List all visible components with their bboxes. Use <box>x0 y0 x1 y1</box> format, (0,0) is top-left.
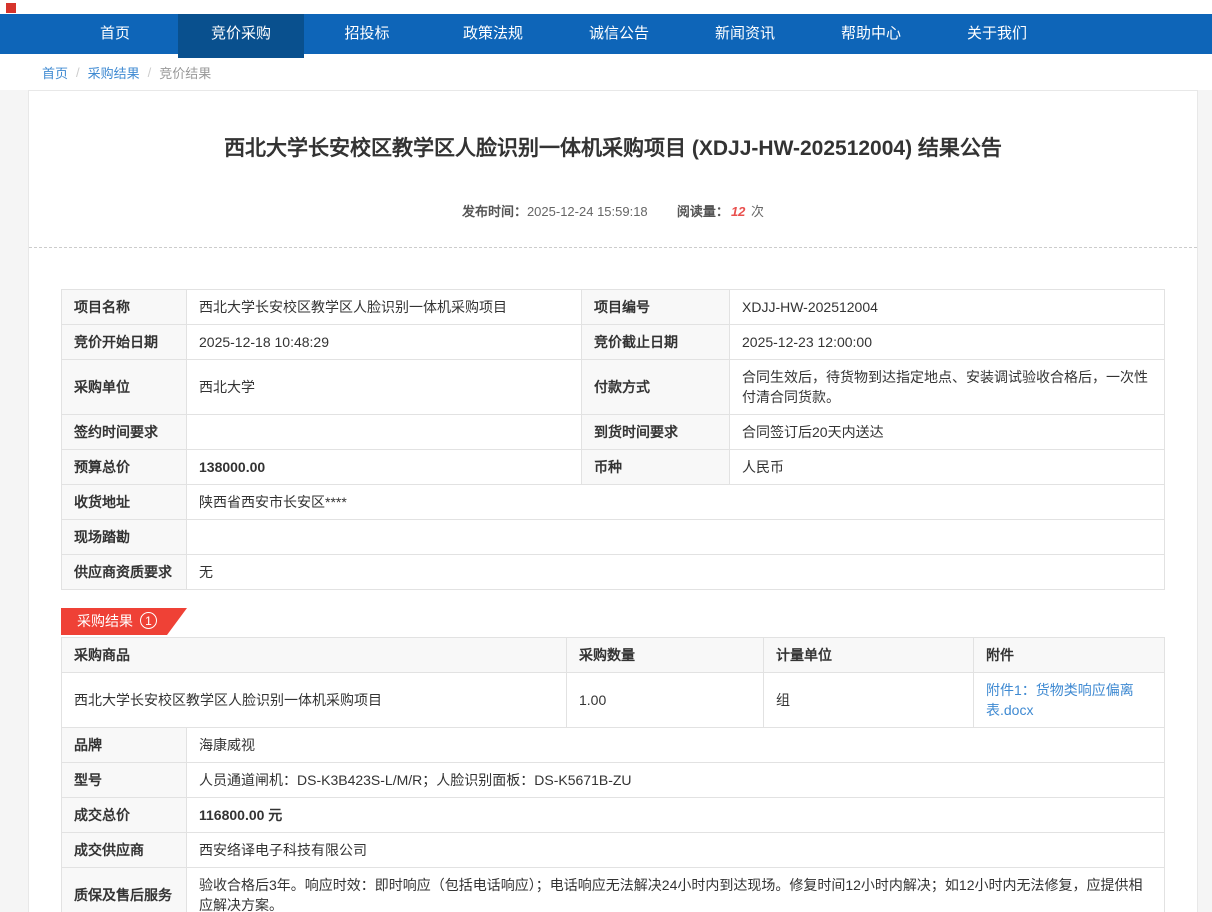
info-value: 陕西省西安市长安区**** <box>187 485 1165 520</box>
detail-label: 成交总价 <box>62 798 187 833</box>
nav-item-tenders[interactable]: 招投标 <box>304 14 430 54</box>
commodity-name: 西北大学长安校区教学区人脸识别一体机采购项目 <box>62 673 567 728</box>
info-value: 合同生效后，待货物到达指定地点、安装调试验收合格后，一次性付清合同货款。 <box>730 360 1165 415</box>
purchase-result-badge-label: 采购结果 <box>77 613 133 629</box>
info-label: 竞价开始日期 <box>62 325 187 360</box>
table-row: 成交总价 116800.00 元 <box>62 798 1165 833</box>
column-header: 采购商品 <box>62 638 567 673</box>
nav-item-bidding-purchase[interactable]: 竞价采购 <box>178 14 304 58</box>
dashed-divider <box>29 247 1197 248</box>
info-label: 签约时间要求 <box>62 415 187 450</box>
table-row: 现场踏勘 <box>62 520 1165 555</box>
nav-item-about-us[interactable]: 关于我们 <box>934 14 1060 54</box>
attachment-link[interactable]: 附件1：货物类响应偏离表.docx <box>986 680 1152 720</box>
column-header: 采购数量 <box>567 638 764 673</box>
main-content: 西北大学长安校区教学区人脸识别一体机采购项目 (XDJJ-HW-20251200… <box>0 90 1212 912</box>
table-row: 签约时间要求 到货时间要求 合同签订后20天内送达 <box>62 415 1165 450</box>
table-row: 品牌 海康威视 <box>62 728 1165 763</box>
publish-meta: 发布时间：2025-12-24 15:59:18 阅读量：12 次 <box>29 201 1197 220</box>
table-row: 型号 人员通道闸机：DS-K3B423S-L/M/R；人脸识别面板：DS-K56… <box>62 763 1165 798</box>
tables-area: 项目名称 西北大学长安校区教学区人脸识别一体机采购项目 项目编号 XDJJ-HW… <box>29 289 1197 912</box>
info-value: 无 <box>187 555 1165 590</box>
views-label: 阅读量： <box>677 204 729 219</box>
info-value: 西北大学 <box>187 360 582 415</box>
info-value: 西北大学长安校区教学区人脸识别一体机采购项目 <box>187 290 582 325</box>
info-value: 合同签订后20天内送达 <box>730 415 1165 450</box>
breadcrumb: 首页 / 采购结果 / 竞价结果 <box>0 54 1212 90</box>
deal-total-price-value: 116800.00 元 <box>187 798 1165 833</box>
info-label: 供应商资质要求 <box>62 555 187 590</box>
publish-time-value: 2025-12-24 15:59:18 <box>527 204 648 219</box>
views-unit: 次 <box>751 204 764 219</box>
table-row: 供应商资质要求 无 <box>62 555 1165 590</box>
result-detail-table: 品牌 海康威视 型号 人员通道闸机：DS-K3B423S-L/M/R；人脸识别面… <box>61 727 1165 912</box>
info-label: 采购单位 <box>62 360 187 415</box>
brand-value: 海康威视 <box>187 728 1165 763</box>
page-title: 西北大学长安校区教学区人脸识别一体机采购项目 (XDJJ-HW-20251200… <box>29 135 1197 163</box>
detail-label: 成交供应商 <box>62 833 187 868</box>
supplier-value: 西安络译电子科技有限公司 <box>187 833 1165 868</box>
nav-item-news[interactable]: 新闻资讯 <box>682 14 808 54</box>
warranty-value: 验收合格后3年。响应时效：即时响应（包括电话响应）；电话响应无法解决24小时内到… <box>187 868 1165 912</box>
info-label: 竞价截止日期 <box>582 325 730 360</box>
nav-item-home[interactable]: 首页 <box>52 14 178 54</box>
info-label: 币种 <box>582 450 730 485</box>
info-value <box>187 520 1165 555</box>
table-row: 预算总价 138000.00 币种 人民币 <box>62 450 1165 485</box>
info-label: 预算总价 <box>62 450 187 485</box>
info-label: 收货地址 <box>62 485 187 520</box>
title-block: 西北大学长安校区教学区人脸识别一体机采购项目 (XDJJ-HW-20251200… <box>29 91 1197 248</box>
breadcrumb-home-link[interactable]: 首页 <box>42 63 68 82</box>
commodity-quantity: 1.00 <box>567 673 764 728</box>
commodity-table: 采购商品 采购数量 计量单位 附件 西北大学长安校区教学区人脸识别一体机采购项目… <box>61 637 1165 728</box>
detail-label: 型号 <box>62 763 187 798</box>
breadcrumb-separator: / <box>148 65 152 80</box>
budget-total-value: 138000.00 <box>187 450 582 485</box>
table-row: 采购单位 西北大学 付款方式 合同生效后，待货物到达指定地点、安装调试验收合格后… <box>62 360 1165 415</box>
publish-time-label: 发布时间： <box>462 204 527 219</box>
table-row: 质保及售后服务 验收合格后3年。响应时效：即时响应（包括电话响应）；电话响应无法… <box>62 868 1165 912</box>
info-value: XDJJ-HW-202512004 <box>730 290 1165 325</box>
views-count: 12 <box>731 204 745 219</box>
site-logo-mark <box>6 3 16 13</box>
table-header-row: 采购商品 采购数量 计量单位 附件 <box>62 638 1165 673</box>
info-value: 人民币 <box>730 450 1165 485</box>
nav-item-integrity-notices[interactable]: 诚信公告 <box>556 14 682 54</box>
model-value: 人员通道闸机：DS-K3B423S-L/M/R；人脸识别面板：DS-K5671B… <box>187 763 1165 798</box>
main-nav: 首页 竞价采购 招投标 政策法规 诚信公告 新闻资讯 帮助中心 关于我们 <box>0 14 1212 54</box>
detail-label: 质保及售后服务 <box>62 868 187 912</box>
info-value: 2025-12-23 12:00:00 <box>730 325 1165 360</box>
info-label: 项目名称 <box>62 290 187 325</box>
announcement-card: 西北大学长安校区教学区人脸识别一体机采购项目 (XDJJ-HW-20251200… <box>28 90 1198 912</box>
column-header: 附件 <box>974 638 1165 673</box>
purchase-result-badge: 采购结果 1 <box>61 608 187 635</box>
info-label: 现场踏勘 <box>62 520 187 555</box>
info-label: 付款方式 <box>582 360 730 415</box>
info-value: 2025-12-18 10:48:29 <box>187 325 582 360</box>
info-label: 项目编号 <box>582 290 730 325</box>
badge-row: 采购结果 1 <box>61 608 1165 635</box>
table-row: 竞价开始日期 2025-12-18 10:48:29 竞价截止日期 2025-1… <box>62 325 1165 360</box>
purchase-result-count: 1 <box>140 612 157 629</box>
table-row: 收货地址 陕西省西安市长安区**** <box>62 485 1165 520</box>
breadcrumb-current: 竞价结果 <box>159 63 211 82</box>
table-row: 成交供应商 西安络译电子科技有限公司 <box>62 833 1165 868</box>
commodity-unit: 组 <box>764 673 974 728</box>
info-value <box>187 415 582 450</box>
project-info-table: 项目名称 西北大学长安校区教学区人脸识别一体机采购项目 项目编号 XDJJ-HW… <box>61 289 1165 590</box>
table-row: 项目名称 西北大学长安校区教学区人脸识别一体机采购项目 项目编号 XDJJ-HW… <box>62 290 1165 325</box>
breadcrumb-section-link[interactable]: 采购结果 <box>88 63 140 82</box>
detail-label: 品牌 <box>62 728 187 763</box>
breadcrumb-separator: / <box>76 65 80 80</box>
table-row: 西北大学长安校区教学区人脸识别一体机采购项目 1.00 组 附件1：货物类响应偏… <box>62 673 1165 728</box>
nav-item-help-center[interactable]: 帮助中心 <box>808 14 934 54</box>
nav-item-policies[interactable]: 政策法规 <box>430 14 556 54</box>
info-label: 到货时间要求 <box>582 415 730 450</box>
column-header: 计量单位 <box>764 638 974 673</box>
top-strip <box>0 0 1212 14</box>
